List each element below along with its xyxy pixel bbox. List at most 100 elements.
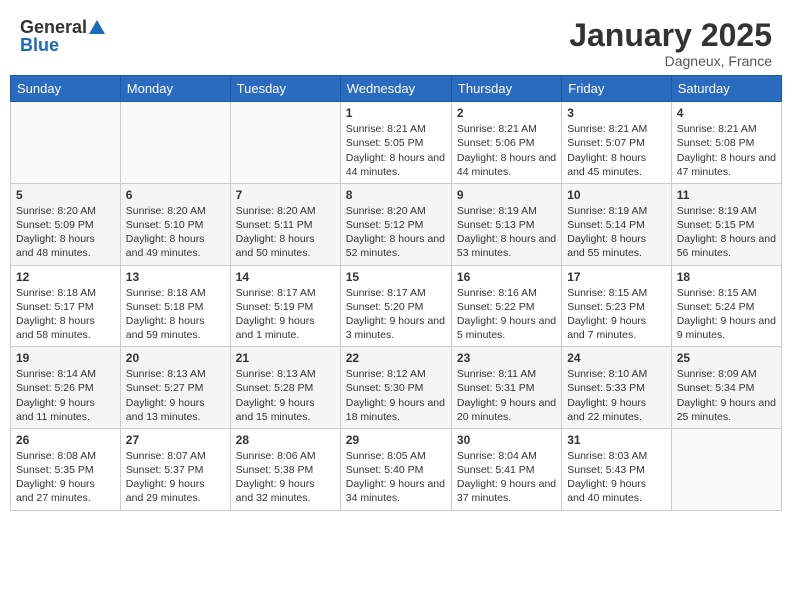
calendar-cell: 12 Sunrise: 8:18 AMSunset: 5:17 PMDayligh… [11, 265, 121, 347]
day-number: 1 [346, 106, 446, 120]
calendar-cell: 26 Sunrise: 8:08 AMSunset: 5:35 PMDayligh… [11, 428, 121, 510]
cell-content: Sunrise: 8:03 AMSunset: 5:43 PMDaylight:… [567, 449, 665, 506]
calendar-title: January 2025 [569, 18, 772, 53]
weekday-header-thursday: Thursday [451, 76, 561, 102]
calendar-cell [671, 428, 781, 510]
cell-content: Sunrise: 8:15 AMSunset: 5:24 PMDaylight:… [677, 286, 776, 343]
cell-content: Sunrise: 8:21 AMSunset: 5:08 PMDaylight:… [677, 122, 776, 179]
cell-content: Sunrise: 8:12 AMSunset: 5:30 PMDaylight:… [346, 367, 446, 424]
cell-content: Sunrise: 8:05 AMSunset: 5:40 PMDaylight:… [346, 449, 446, 506]
cell-content: Sunrise: 8:17 AMSunset: 5:19 PMDaylight:… [236, 286, 335, 343]
calendar-cell: 15 Sunrise: 8:17 AMSunset: 5:20 PMDayligh… [340, 265, 451, 347]
calendar-cell [120, 102, 230, 184]
calendar-cell: 7Sunrise: 8:20 AMSunset: 5:11 PMDaylight… [230, 183, 340, 265]
day-number: 31 [567, 433, 665, 447]
day-number: 9 [457, 188, 556, 202]
calendar-cell: 19Sunrise: 8:14 AMSunset: 5:26 PMDayligh… [11, 347, 121, 429]
cell-content: Sunrise: 8:09 AMSunset: 5:34 PMDaylight:… [677, 367, 776, 424]
calendar-week-row: 1 Sunrise: 8:21 AMSunset: 5:05 PMDaylight… [11, 102, 782, 184]
day-number: 11 [677, 188, 776, 202]
day-number: 28 [236, 433, 335, 447]
calendar-cell: 28 Sunrise: 8:06 AMSunset: 5:38 PMDayligh… [230, 428, 340, 510]
calendar-cell: 13 Sunrise: 8:18 AMSunset: 5:18 PMDayligh… [120, 265, 230, 347]
calendar-table: SundayMondayTuesdayWednesdayThursdayFrid… [10, 75, 782, 510]
logo: General Blue [20, 18, 105, 54]
day-number: 15 [346, 270, 446, 284]
day-number: 2 [457, 106, 556, 120]
day-number: 5 [16, 188, 115, 202]
day-number: 24 [567, 351, 665, 365]
calendar-cell: 9 Sunrise: 8:19 AMSunset: 5:13 PMDaylight… [451, 183, 561, 265]
day-number: 22 [346, 351, 446, 365]
weekday-header-wednesday: Wednesday [340, 76, 451, 102]
calendar-cell: 16Sunrise: 8:16 AMSunset: 5:22 PMDayligh… [451, 265, 561, 347]
day-number: 10 [567, 188, 665, 202]
calendar-cell: 1 Sunrise: 8:21 AMSunset: 5:05 PMDaylight… [340, 102, 451, 184]
calendar-week-row: 19Sunrise: 8:14 AMSunset: 5:26 PMDayligh… [11, 347, 782, 429]
day-number: 20 [126, 351, 225, 365]
logo-blue-text: Blue [20, 36, 59, 54]
day-number: 26 [16, 433, 115, 447]
weekday-header-sunday: Sunday [11, 76, 121, 102]
day-number: 4 [677, 106, 776, 120]
weekday-header-friday: Friday [562, 76, 671, 102]
day-number: 27 [126, 433, 225, 447]
calendar-cell: 8Sunrise: 8:20 AMSunset: 5:12 PMDaylight… [340, 183, 451, 265]
calendar-cell: 21 Sunrise: 8:13 AMSunset: 5:28 PMDayligh… [230, 347, 340, 429]
calendar-cell: 4 Sunrise: 8:21 AMSunset: 5:08 PMDaylight… [671, 102, 781, 184]
cell-content: Sunrise: 8:21 AMSunset: 5:05 PMDaylight:… [346, 122, 446, 179]
cell-content: Sunrise: 8:06 AMSunset: 5:38 PMDaylight:… [236, 449, 335, 506]
day-number: 6 [126, 188, 225, 202]
day-number: 21 [236, 351, 335, 365]
logo-general-text: General [20, 18, 87, 36]
calendar-cell: 18 Sunrise: 8:15 AMSunset: 5:24 PMDayligh… [671, 265, 781, 347]
weekday-header-row: SundayMondayTuesdayWednesdayThursdayFrid… [11, 76, 782, 102]
calendar-cell: 10Sunrise: 8:19 AMSunset: 5:14 PMDayligh… [562, 183, 671, 265]
day-number: 12 [16, 270, 115, 284]
calendar-cell: 20 Sunrise: 8:13 AMSunset: 5:27 PMDayligh… [120, 347, 230, 429]
cell-content: Sunrise: 8:18 AMSunset: 5:18 PMDaylight:… [126, 286, 225, 343]
cell-content: Sunrise: 8:13 AMSunset: 5:27 PMDaylight:… [126, 367, 225, 424]
calendar-cell: 5 Sunrise: 8:20 AMSunset: 5:09 PMDaylight… [11, 183, 121, 265]
day-number: 17 [567, 270, 665, 284]
cell-content: Sunrise: 8:21 AMSunset: 5:06 PMDaylight:… [457, 122, 556, 179]
cell-content: Sunrise: 8:11 AMSunset: 5:31 PMDaylight:… [457, 367, 556, 424]
calendar-cell: 22 Sunrise: 8:12 AMSunset: 5:30 PMDayligh… [340, 347, 451, 429]
cell-content: Sunrise: 8:07 AMSunset: 5:37 PMDaylight:… [126, 449, 225, 506]
day-number: 23 [457, 351, 556, 365]
cell-content: Sunrise: 8:20 AMSunset: 5:11 PMDaylight:… [236, 204, 335, 261]
weekday-header-monday: Monday [120, 76, 230, 102]
day-number: 14 [236, 270, 335, 284]
cell-content: Sunrise: 8:14 AMSunset: 5:26 PMDaylight:… [16, 367, 115, 424]
calendar-cell: 17Sunrise: 8:15 AMSunset: 5:23 PMDayligh… [562, 265, 671, 347]
day-number: 18 [677, 270, 776, 284]
calendar-cell: 23 Sunrise: 8:11 AMSunset: 5:31 PMDayligh… [451, 347, 561, 429]
cell-content: Sunrise: 8:13 AMSunset: 5:28 PMDaylight:… [236, 367, 335, 424]
cell-content: Sunrise: 8:18 AMSunset: 5:17 PMDaylight:… [16, 286, 115, 343]
calendar-week-row: 5 Sunrise: 8:20 AMSunset: 5:09 PMDaylight… [11, 183, 782, 265]
cell-content: Sunrise: 8:17 AMSunset: 5:20 PMDaylight:… [346, 286, 446, 343]
calendar-cell: 2 Sunrise: 8:21 AMSunset: 5:06 PMDaylight… [451, 102, 561, 184]
cell-content: Sunrise: 8:20 AMSunset: 5:09 PMDaylight:… [16, 204, 115, 261]
day-number: 13 [126, 270, 225, 284]
cell-content: Sunrise: 8:16 AMSunset: 5:22 PMDaylight:… [457, 286, 556, 343]
cell-content: Sunrise: 8:19 AMSunset: 5:13 PMDaylight:… [457, 204, 556, 261]
calendar-cell: 27 Sunrise: 8:07 AMSunset: 5:37 PMDayligh… [120, 428, 230, 510]
calendar-week-row: 12 Sunrise: 8:18 AMSunset: 5:17 PMDayligh… [11, 265, 782, 347]
calendar-cell: 31 Sunrise: 8:03 AMSunset: 5:43 PMDayligh… [562, 428, 671, 510]
day-number: 3 [567, 106, 665, 120]
weekday-header-tuesday: Tuesday [230, 76, 340, 102]
calendar-cell: 30Sunrise: 8:04 AMSunset: 5:41 PMDayligh… [451, 428, 561, 510]
calendar-cell: 3 Sunrise: 8:21 AMSunset: 5:07 PMDaylight… [562, 102, 671, 184]
day-number: 25 [677, 351, 776, 365]
cell-content: Sunrise: 8:08 AMSunset: 5:35 PMDaylight:… [16, 449, 115, 506]
calendar-cell [11, 102, 121, 184]
cell-content: Sunrise: 8:04 AMSunset: 5:41 PMDaylight:… [457, 449, 556, 506]
calendar-cell: 29Sunrise: 8:05 AMSunset: 5:40 PMDayligh… [340, 428, 451, 510]
calendar-week-row: 26 Sunrise: 8:08 AMSunset: 5:35 PMDayligh… [11, 428, 782, 510]
calendar-location: Dagneux, France [569, 53, 772, 69]
cell-content: Sunrise: 8:21 AMSunset: 5:07 PMDaylight:… [567, 122, 665, 179]
title-block: January 2025 Dagneux, France [569, 18, 772, 69]
logo-triangle-icon [89, 20, 105, 34]
calendar-cell: 25 Sunrise: 8:09 AMSunset: 5:34 PMDayligh… [671, 347, 781, 429]
